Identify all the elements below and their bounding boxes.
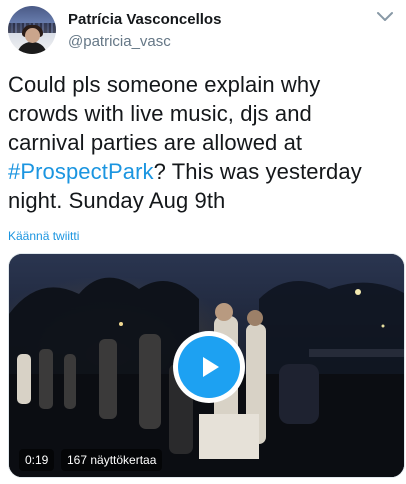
play-button[interactable] <box>173 331 245 403</box>
avatar-body <box>17 42 47 54</box>
tweet-text-line-hashtag: #ProspectPark? This was yesterday <box>8 157 400 186</box>
video-duration: 0:19 <box>19 449 55 471</box>
avatar[interactable] <box>8 6 56 54</box>
play-icon <box>178 336 240 398</box>
avatar-face <box>25 28 40 43</box>
tweet-text-line: carnival parties are allowed at <box>8 130 303 155</box>
video-view-count: 167 näyttökertaa <box>61 449 163 471</box>
video-player[interactable]: 0:19 167 näyttökertaa <box>8 253 405 478</box>
author-handle[interactable]: @patricia_vasc <box>68 33 171 50</box>
tweet-header: Patrícia Vasconcellos @patricia_vasc <box>0 0 406 62</box>
tweet-text-line: Could pls someone explain why <box>8 72 321 97</box>
tweet-text-fragment: ? This was yesterday <box>153 159 362 184</box>
tweet-text: Could pls someone explain why crowds wit… <box>8 70 400 215</box>
tweet-text-line: crowds with live music, djs and <box>8 101 312 126</box>
chevron-down-icon[interactable] <box>374 8 396 26</box>
translate-tweet-link[interactable]: Käännä twiitti <box>8 229 79 243</box>
hashtag-link[interactable]: #ProspectPark <box>8 159 154 184</box>
author-display-name[interactable]: Patrícia Vasconcellos <box>68 11 221 28</box>
tweet-text-line: night. Sunday Aug 9th <box>8 188 226 213</box>
